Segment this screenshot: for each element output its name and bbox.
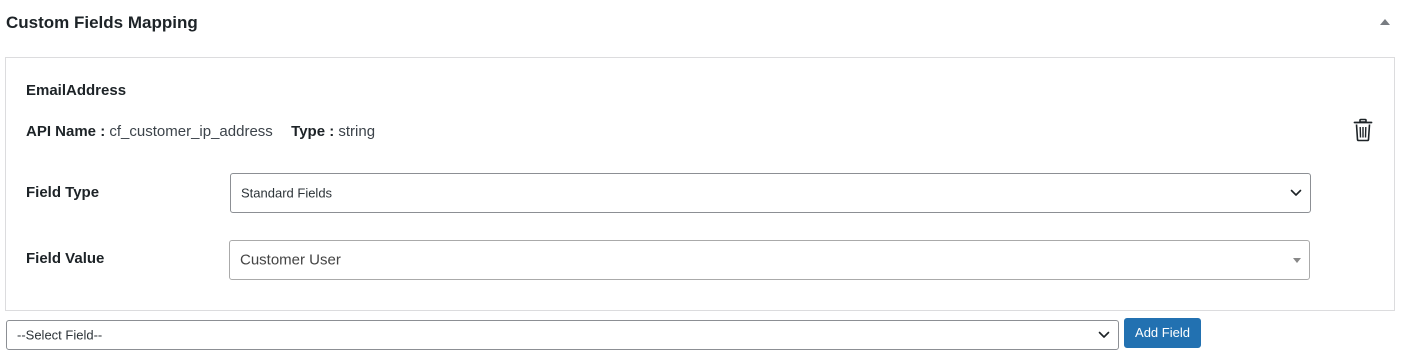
select-field-selected: --Select Field--	[17, 327, 103, 343]
chevron-down-icon	[1098, 331, 1110, 338]
field-type-select[interactable]: Standard Fields	[230, 173, 1311, 213]
collapse-toggle[interactable]	[1377, 14, 1393, 30]
section-header: Custom Fields Mapping	[0, 0, 1401, 48]
custom-field-mapping-panel: EmailAddress API Name : cf_customer_ip_a…	[5, 57, 1395, 311]
add-field-button[interactable]: Add Field	[1124, 318, 1201, 348]
chevron-down-icon	[1290, 189, 1302, 196]
field-value-selected: Customer User	[240, 251, 341, 269]
field-value-select[interactable]: Customer User	[229, 240, 1310, 280]
api-info-line: API Name : cf_customer_ip_address Type :…	[26, 123, 375, 140]
select-field-dropdown[interactable]: --Select Field--	[6, 320, 1119, 350]
field-type-label: Field Type	[26, 184, 100, 201]
type-label: Type :	[291, 123, 335, 140]
field-value-label: Field Value	[26, 250, 105, 267]
dropdown-arrow-icon	[1293, 258, 1301, 263]
section-title: Custom Fields Mapping	[6, 13, 198, 32]
type-value: string	[338, 123, 376, 140]
api-name-value: cf_customer_ip_address	[109, 123, 273, 140]
field-name: EmailAddress	[26, 82, 127, 99]
delete-mapping-button[interactable]	[1352, 118, 1374, 142]
field-type-selected: Standard Fields	[241, 185, 333, 201]
api-name-label: API Name :	[26, 123, 106, 140]
trash-icon	[1353, 118, 1373, 142]
triangle-up-icon	[1380, 19, 1390, 25]
